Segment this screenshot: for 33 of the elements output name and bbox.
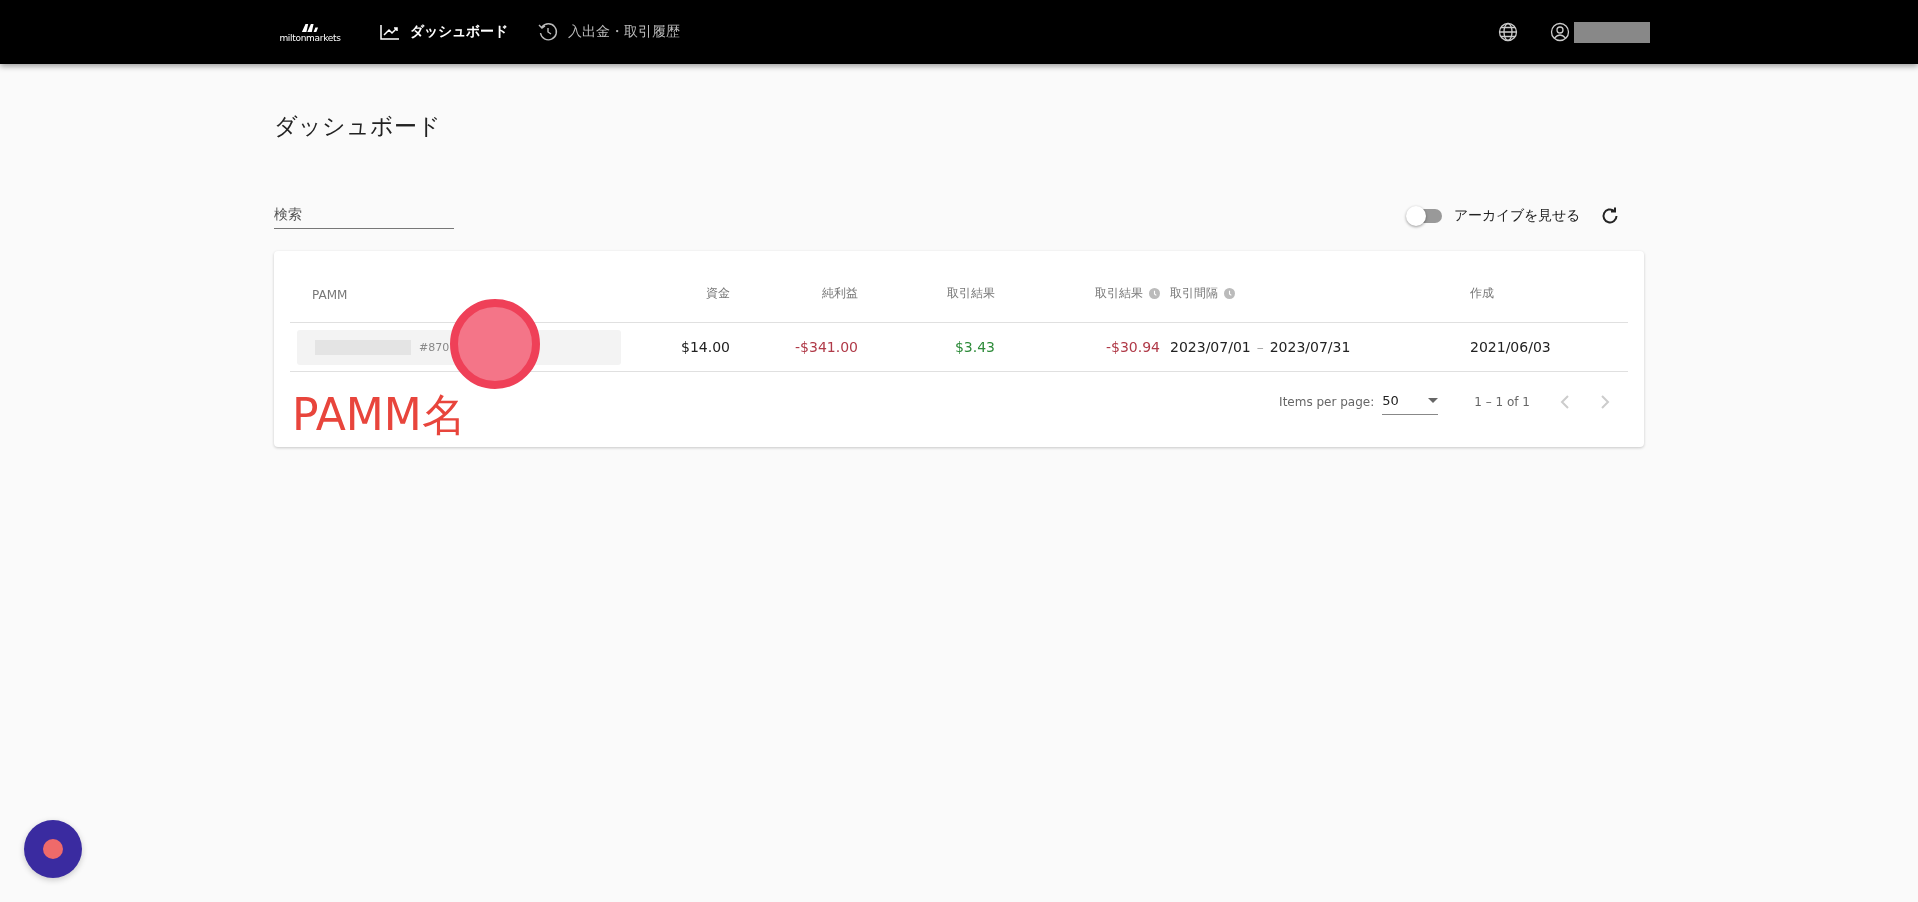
chat-button[interactable] [24,820,82,878]
column-header[interactable]: 作成 [1470,285,1628,302]
logo-icon [301,21,319,33]
dropdown-caret-icon [1428,398,1439,403]
page-title: ダッシュボード [274,112,441,141]
table-cell-text: 2021/06/03 [1470,339,1552,355]
page-size-select[interactable]: 50 [1382,389,1439,415]
table-cell: -$30.94 [1105,339,1160,355]
nav-tab[interactable]: 入出金・取引履歴 [538,22,680,42]
logo[interactable]: miltonmarkets [278,21,342,43]
search-field[interactable]: 検索 [274,202,454,229]
table-cell: 2023/07/01 [1170,339,1251,355]
column-header[interactable]: 資金 [706,285,730,302]
items-per-page-label: Items per page: [1279,395,1375,409]
nav-tab[interactable]: ダッシュボード [380,22,508,42]
history-icon [538,22,558,42]
column-header[interactable]: 取引結果 [1095,285,1160,302]
column-header[interactable]: PAMM [290,288,630,302]
globe-icon[interactable] [1498,22,1518,42]
column-header[interactable]: 取引結果 [947,285,995,302]
table-cell: 2023/07/31 [1269,339,1351,355]
column-header[interactable]: 純利益 [822,285,858,302]
chart-icon [380,24,400,40]
refresh-icon[interactable] [1600,205,1620,226]
table-cell: -$341.00 [795,339,858,355]
annotation-text: PAMM名 [291,387,466,442]
user-icon[interactable] [1550,22,1570,42]
table-cell: $14.00 [681,339,730,355]
page-range: 1 – 1 of 1 [1474,395,1530,409]
table-cell: $3.43 [954,339,995,355]
column-header[interactable]: 取引間隔 [1160,285,1470,302]
pamm-id: #870 [419,340,450,354]
range-separator: – [1256,339,1264,355]
